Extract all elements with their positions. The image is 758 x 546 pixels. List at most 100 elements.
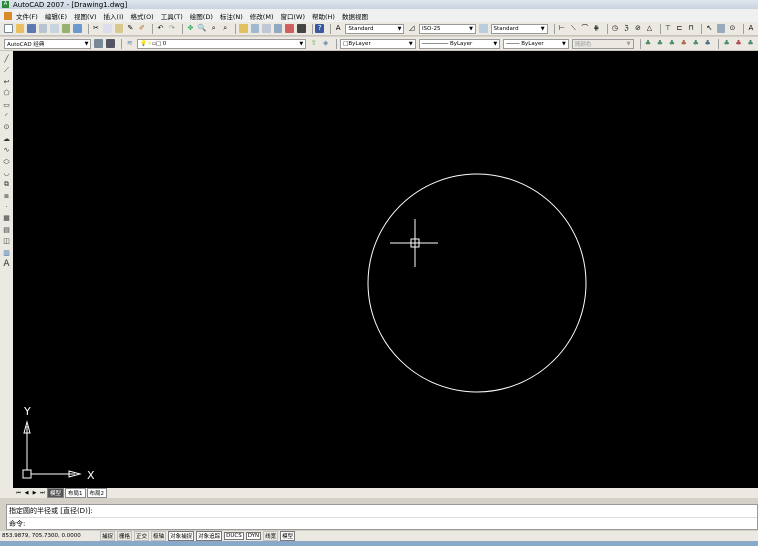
aligned-dim-icon[interactable]: ⟍ bbox=[569, 24, 578, 33]
construction-line-icon[interactable]: ⟋ bbox=[2, 66, 11, 75]
text-style-select[interactable]: Standard ▼ bbox=[345, 23, 405, 34]
baseline-dim-icon[interactable]: ⊏ bbox=[675, 24, 684, 33]
calculator-icon[interactable] bbox=[296, 24, 306, 33]
document-icon[interactable] bbox=[4, 11, 12, 20]
design-center-icon[interactable] bbox=[250, 24, 260, 33]
polar-toggle[interactable]: 极轴 bbox=[151, 531, 167, 541]
markup-icon[interactable] bbox=[285, 24, 294, 33]
mirror-icon[interactable]: ♣ bbox=[667, 39, 676, 48]
layer-select[interactable]: 💡☼▫□ 0 ▼ bbox=[137, 38, 307, 49]
menu-edit[interactable]: 编辑(E) bbox=[45, 11, 67, 21]
lineweight-select[interactable]: ──── ByLayer ▼ bbox=[503, 38, 569, 49]
undo-icon[interactable]: ↶ bbox=[156, 24, 165, 33]
menu-dimension[interactable]: 标注(N) bbox=[220, 11, 243, 21]
first-tab-icon[interactable]: ⏮ bbox=[15, 490, 22, 497]
last-tab-icon[interactable]: ⏭ bbox=[39, 490, 46, 497]
menu-modify[interactable]: 修改(M) bbox=[250, 11, 274, 21]
tolerance-icon[interactable] bbox=[716, 24, 726, 33]
paste-icon[interactable] bbox=[114, 24, 124, 33]
grid-toggle[interactable]: 栅格 bbox=[117, 531, 133, 541]
menu-window[interactable]: 窗口(W) bbox=[280, 11, 305, 21]
ortho-toggle[interactable]: 正交 bbox=[134, 531, 150, 541]
ordinate-dim-icon[interactable]: ⋕ bbox=[592, 24, 601, 33]
redo-icon[interactable]: ↷ bbox=[168, 24, 177, 33]
menu-insert[interactable]: 插入(I) bbox=[104, 11, 124, 21]
cut-icon[interactable]: ✂ bbox=[92, 24, 101, 33]
radius-dim-icon[interactable]: ◷ bbox=[611, 24, 620, 33]
open-icon[interactable] bbox=[15, 24, 25, 33]
stretch-icon[interactable]: ♣ bbox=[746, 39, 755, 48]
make-block-icon[interactable]: ⧈ bbox=[2, 192, 11, 201]
line-icon[interactable]: ╱ bbox=[2, 55, 11, 64]
menu-tools[interactable]: 工具(T) bbox=[161, 11, 183, 21]
drawing-canvas[interactable]: Y X bbox=[13, 51, 758, 488]
menu-file[interactable]: 文件(F) bbox=[16, 11, 38, 21]
workspace-save-icon[interactable] bbox=[106, 39, 116, 48]
multiline-text-icon[interactable]: A bbox=[2, 260, 11, 269]
dim-style-select[interactable]: ISO-25 ▼ bbox=[418, 23, 477, 34]
center-mark-icon[interactable]: ⊙ bbox=[728, 24, 737, 33]
color-select[interactable]: □ByLayer ▼ bbox=[340, 38, 416, 49]
menu-draw[interactable]: 绘图(D) bbox=[190, 11, 213, 21]
dim-edit-icon[interactable]: A bbox=[747, 24, 756, 33]
lineweight-toggle[interactable]: 线宽 bbox=[263, 531, 279, 541]
tool-palettes-icon[interactable] bbox=[262, 24, 271, 33]
block-editor-icon[interactable]: ✐ bbox=[138, 24, 147, 33]
zoom-realtime-icon[interactable]: 🔍 bbox=[198, 24, 207, 33]
linear-dim-icon[interactable]: ⊢ bbox=[558, 24, 567, 33]
polyline-icon[interactable]: ↩ bbox=[2, 78, 11, 87]
publish-icon[interactable] bbox=[61, 24, 71, 33]
move-icon[interactable]: ♣ bbox=[703, 39, 712, 48]
arc-icon[interactable]: ◜ bbox=[2, 112, 11, 121]
circle-icon[interactable]: ⊙ bbox=[2, 123, 11, 132]
copy-object-icon[interactable]: ♣ bbox=[655, 39, 664, 48]
command-window[interactable]: 指定圆的半径或 [直径(D)]: 命令: bbox=[6, 504, 758, 530]
angular-dim-icon[interactable]: △ bbox=[645, 24, 654, 33]
scale-icon[interactable]: ♣ bbox=[734, 39, 743, 48]
ellipse-arc-icon[interactable]: ◡ bbox=[2, 169, 11, 178]
rotate-icon[interactable]: ♣ bbox=[722, 39, 731, 48]
polygon-icon[interactable]: ⬠ bbox=[2, 89, 11, 98]
circle-entity[interactable] bbox=[367, 173, 587, 393]
new-icon[interactable] bbox=[4, 24, 13, 33]
properties-icon[interactable] bbox=[239, 24, 248, 33]
menu-view[interactable]: 视图(V) bbox=[74, 11, 97, 21]
workspace-select[interactable]: AutoCAD 经典 ▼ bbox=[4, 38, 92, 49]
quick-dim-icon[interactable]: ⊤ bbox=[664, 24, 673, 33]
menu-format[interactable]: 格式(O) bbox=[131, 11, 154, 21]
tab-layout2[interactable]: 布局2 bbox=[86, 488, 108, 498]
zoom-window-icon[interactable]: ⌕ bbox=[209, 24, 218, 33]
ellipse-icon[interactable]: ⬭ bbox=[2, 158, 11, 167]
make-current-layer-icon[interactable]: ⇧ bbox=[309, 39, 318, 48]
copy-icon[interactable] bbox=[103, 24, 112, 33]
erase-icon[interactable]: ♣ bbox=[644, 39, 653, 48]
next-tab-icon[interactable]: ▶ bbox=[31, 490, 38, 497]
zoom-previous-icon[interactable]: ⌕ bbox=[221, 24, 230, 33]
publish-web-icon[interactable] bbox=[73, 24, 82, 33]
spline-icon[interactable]: ∿ bbox=[2, 146, 11, 155]
plot-preview-icon[interactable] bbox=[50, 24, 59, 33]
revision-cloud-icon[interactable]: ☁ bbox=[2, 135, 11, 144]
hatch-icon[interactable]: ▦ bbox=[2, 214, 11, 223]
workspace-settings-icon[interactable] bbox=[94, 39, 104, 48]
model-toggle[interactable]: 模型 bbox=[280, 531, 296, 541]
menu-help[interactable]: 帮助(H) bbox=[312, 11, 335, 21]
leader-icon[interactable]: ↖ bbox=[705, 24, 714, 33]
gradient-icon[interactable]: ▤ bbox=[2, 226, 11, 235]
match-properties-icon[interactable]: ✎ bbox=[126, 24, 135, 33]
otrack-toggle[interactable]: 对象追踪 bbox=[196, 531, 223, 541]
snap-toggle[interactable]: 捕捉 bbox=[100, 531, 116, 541]
offset-icon[interactable]: ♣ bbox=[679, 39, 688, 48]
array-icon[interactable]: ♣ bbox=[691, 39, 700, 48]
table-style-select[interactable]: Standard ▼ bbox=[490, 23, 548, 34]
rectangle-icon[interactable]: ▭ bbox=[2, 101, 11, 110]
pan-icon[interactable]: ✥ bbox=[186, 24, 195, 33]
arc-length-icon[interactable]: ⌒ bbox=[581, 24, 590, 33]
region-icon[interactable]: ◫ bbox=[2, 237, 11, 246]
diameter-dim-icon[interactable]: ⊘ bbox=[634, 24, 643, 33]
continue-dim-icon[interactable]: ⊓ bbox=[687, 24, 696, 33]
prev-tab-icon[interactable]: ◀ bbox=[23, 490, 30, 497]
help-icon[interactable]: ? bbox=[315, 24, 324, 33]
layer-previous-icon[interactable]: ◈ bbox=[321, 39, 330, 48]
menu-dataview[interactable]: 数据视图 bbox=[342, 11, 368, 21]
